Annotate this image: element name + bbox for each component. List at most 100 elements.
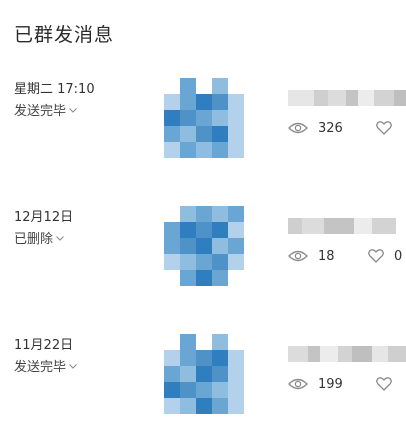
thumbnail-pixel [212,110,228,126]
page-title: 已群发消息 [14,24,115,46]
message-status-dropdown[interactable]: 发送完毕 [14,100,77,119]
heart-icon [376,377,392,391]
thumbnail-pixel [196,142,212,158]
thumbnail-pixel [164,398,180,414]
message-title-blurred[interactable] [288,218,406,234]
thumbnail-pixel [212,350,228,366]
thumbnail-pixel [228,94,244,110]
blur-segment [374,90,394,106]
message-item[interactable]: 星期二 17:10 发送完毕 326 [0,78,406,178]
thumbnail-pixel [228,254,244,270]
thumbnail-pixel [212,334,228,350]
view-count: 326 [288,118,343,138]
thumbnail-pixel [196,270,212,286]
view-count-value: 326 [318,120,343,136]
view-count-value: 199 [318,376,343,392]
thumbnail-pixel [180,398,196,414]
chevron-down-icon [56,236,64,241]
eye-icon [288,378,308,390]
thumbnail-pixel [180,126,196,142]
blur-segment [302,218,324,234]
thumbnail-pixel [212,398,228,414]
blur-segment [352,346,372,362]
thumbnail-pixel [164,110,180,126]
message-thumbnail[interactable] [138,78,268,158]
message-title-blurred[interactable] [288,346,406,362]
blur-segment [320,346,338,362]
blur-segment [314,90,328,106]
view-count-value: 18 [318,248,335,264]
thumbnail-pixel [212,126,228,142]
thumbnail-pixel [212,206,228,222]
message-status-label: 发送完毕 [14,104,67,119]
message-thumbnail[interactable] [138,206,268,286]
message-status-dropdown[interactable]: 已删除 [14,228,64,247]
thumbnail-pixel [212,94,228,110]
thumbnail-pixel [180,270,196,286]
chevron-down-icon [69,108,77,113]
thumbnail-pixel [196,366,212,382]
thumbnail-pixel [228,398,244,414]
thumbnail-pixel [212,78,228,94]
thumbnail-pixel [212,142,228,158]
thumbnail-pixel [180,94,196,110]
blur-segment [288,346,308,362]
thumbnail-pixel [212,254,228,270]
thumbnail-pixel [180,206,196,222]
blur-segment [394,90,406,106]
thumbnail-pixel [196,350,212,366]
thumbnail-pixel [196,222,212,238]
thumbnail-pixel [212,238,228,254]
thumbnail-pixel [196,398,212,414]
heart-icon [376,121,392,135]
thumbnail-pixel [196,238,212,254]
thumbnail-pixel [212,382,228,398]
view-count: 199 [288,374,343,394]
thumbnail-pixel [212,222,228,238]
thumbnail-pixel [164,238,180,254]
blur-segment [288,218,302,234]
like-count[interactable] [376,374,402,394]
like-count-value: 0 [394,248,403,264]
thumbnail-pixel [228,206,244,222]
like-count[interactable]: 0 [368,246,402,266]
thumbnail-pixel [164,350,180,366]
message-item[interactable]: 12月12日 已删除 18 0 [0,206,406,306]
blur-segment [372,218,396,234]
message-date: 11月22日 [14,338,74,353]
thumbnail-pixel [180,382,196,398]
thumbnail-pixel [164,126,180,142]
thumbnail-pixel [164,222,180,238]
blur-segment [388,346,406,362]
message-status-dropdown[interactable]: 发送完毕 [14,356,77,375]
blur-segment [308,346,320,362]
blur-segment [346,90,358,106]
message-item[interactable]: 11月22日 发送完毕 199 [0,334,406,434]
thumbnail-pixel [228,110,244,126]
thumbnail-pixel [196,110,212,126]
blur-segment [288,90,314,106]
thumbnail-pixel [164,366,180,382]
message-thumbnail[interactable] [138,334,268,414]
thumbnail-pixel [228,366,244,382]
message-date: 星期二 17:10 [14,82,95,97]
message-title-blurred[interactable] [288,90,406,106]
view-count: 18 [288,246,335,266]
message-status-label: 已删除 [14,232,54,247]
thumbnail-pixel [196,126,212,142]
heart-icon [368,249,384,263]
blur-segment [372,346,388,362]
thumbnail-pixel [180,334,196,350]
like-count[interactable] [376,118,402,138]
thumbnail-pixel [228,126,244,142]
thumbnail-pixel [196,206,212,222]
blur-segment [338,346,352,362]
message-status-label: 发送完毕 [14,360,67,375]
thumbnail-pixel [212,366,228,382]
thumbnail-pixel [228,222,244,238]
message-date: 12月12日 [14,210,74,225]
thumbnail-pixel [164,94,180,110]
blur-segment [328,90,346,106]
blur-segment [354,218,372,234]
thumbnail-pixel [180,222,196,238]
